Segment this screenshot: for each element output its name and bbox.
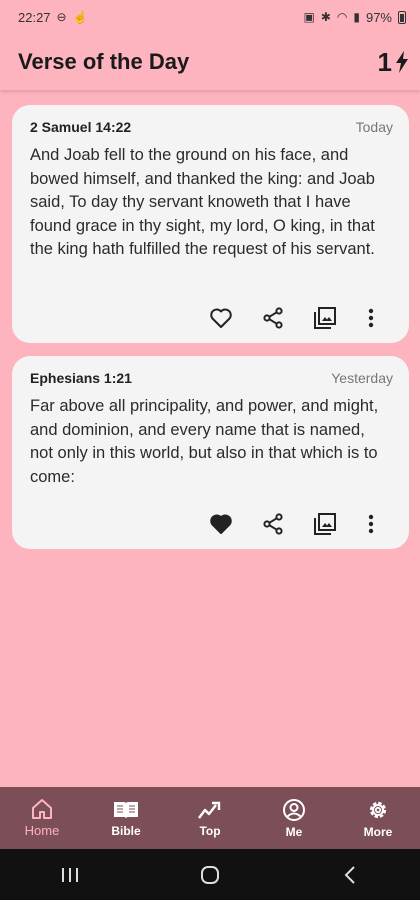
verse-text: And Joab fell to the ground on his face,…: [30, 146, 375, 258]
share-button[interactable]: [247, 509, 299, 539]
nav-item-home[interactable]: Home: [0, 798, 84, 838]
bolt-icon: [394, 51, 410, 73]
image-icon: [314, 307, 336, 329]
share-button[interactable]: [247, 303, 299, 333]
nav-item-top[interactable]: Top: [168, 799, 252, 838]
image-icon: [314, 513, 336, 535]
signal-icon: ▮: [353, 10, 360, 24]
home-system-button[interactable]: [180, 855, 240, 895]
nav-label: Top: [199, 823, 221, 838]
nav-label: More: [363, 824, 393, 839]
trending-icon: [198, 801, 221, 819]
verse-card: 2 Samuel 14:22 Today And Joab fell to th…: [12, 105, 409, 343]
verse-day: Yesterday: [331, 370, 393, 386]
heart-filled-icon: [210, 514, 232, 534]
sync-icon: ⊖: [56, 10, 67, 24]
nav-label: Bible: [111, 823, 141, 838]
nav-item-bible[interactable]: Bible: [84, 799, 168, 838]
verse-reference[interactable]: Ephesians 1:21: [30, 370, 132, 386]
streak-count: 1: [377, 46, 392, 77]
account-icon: [283, 798, 305, 821]
back-chevron-icon: [344, 865, 355, 884]
page-title: Verse of the Day: [18, 49, 190, 74]
home-circle-icon: [201, 865, 219, 884]
image-button[interactable]: [299, 509, 351, 539]
system-nav-bar: [0, 849, 420, 900]
verse-card: Ephesians 1:21 Yesterday Far above all p…: [12, 356, 409, 549]
streak-counter[interactable]: 1: [378, 47, 410, 78]
status-bar: 22:27 ⊖ ☝ ▣ ✱ ◠ ▮ 97%: [0, 0, 420, 34]
share-icon: [263, 513, 283, 535]
nav-item-me[interactable]: Me: [252, 798, 336, 839]
alarm-icon: ▣: [303, 10, 315, 24]
like-button[interactable]: [195, 303, 247, 333]
verse-text: Far above all principality, and power, a…: [30, 397, 379, 486]
more-vert-icon: [368, 308, 374, 328]
bluetooth-icon: ✱: [320, 10, 331, 24]
back-button[interactable]: [320, 855, 380, 895]
status-time: 22:27: [18, 9, 51, 25]
touch-icon: ☝: [72, 10, 88, 24]
like-button[interactable]: [195, 509, 247, 539]
app-bar: Verse of the Day 1: [0, 34, 420, 90]
book-icon: [114, 801, 138, 819]
image-button[interactable]: [299, 303, 351, 333]
nav-label: Me: [285, 824, 303, 839]
battery-icon: [398, 10, 406, 24]
nav-label: Home: [24, 823, 60, 838]
battery-percent: 97%: [365, 9, 392, 25]
gear-icon: [369, 801, 387, 818]
bottom-nav: Home Bible Top Me More: [0, 787, 420, 849]
wifi-icon: ◠: [336, 10, 348, 24]
nav-item-more[interactable]: More: [336, 798, 420, 839]
heart-outline-icon: [210, 308, 232, 328]
more-vert-icon: [368, 514, 374, 534]
verse-reference[interactable]: 2 Samuel 14:22: [30, 119, 131, 135]
more-options-button[interactable]: [351, 509, 391, 539]
more-options-button[interactable]: [351, 303, 391, 333]
share-icon: [263, 307, 283, 329]
recent-apps-icon: [62, 867, 78, 882]
recent-apps-button[interactable]: [40, 855, 100, 895]
home-icon: [32, 799, 52, 819]
verse-day: Today: [355, 119, 393, 135]
